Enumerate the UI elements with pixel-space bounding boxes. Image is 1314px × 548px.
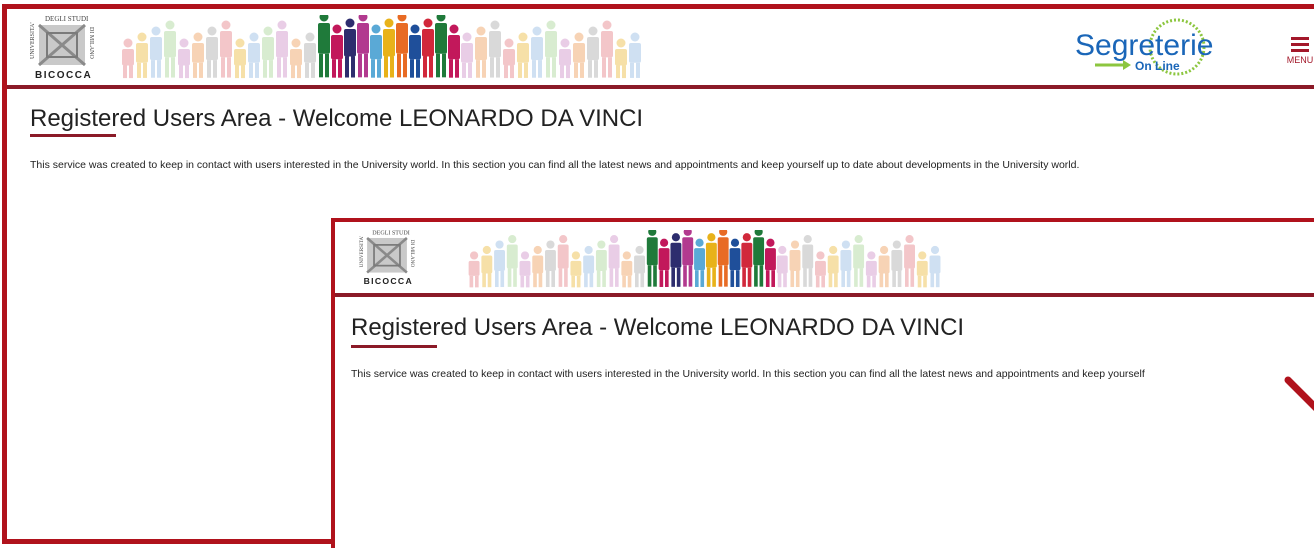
svg-text:DI MILANO: DI MILANO: [409, 240, 415, 268]
page-title: Registered Users Area - Welcome LEONARDO…: [30, 105, 644, 132]
annotation-arrow-icon: [1284, 376, 1314, 411]
hamburger-bar: [1291, 43, 1309, 46]
hamburger-menu-icon: [1291, 37, 1309, 40]
menu-button[interactable]: MENU: [1285, 37, 1314, 77]
zoom-inset-frame: DEGLI STUDI UNIVERSITA' DI MILANO BICOCC…: [331, 218, 1314, 548]
inset-header: DEGLI STUDI UNIVERSITA' DI MILANO BICOCC…: [335, 222, 1314, 297]
page-description: This service was created to keep in cont…: [30, 159, 1080, 171]
svg-text:DEGLI STUDI: DEGLI STUDI: [372, 231, 409, 237]
university-logo-icon: DEGLI STUDI UNIVERSITA' DI MILANO BICOCC…: [359, 231, 415, 286]
people-banner-icon: [122, 15, 641, 79]
inset-page-description: This service was created to keep in cont…: [351, 368, 1145, 380]
svg-text:UNIVERSITA': UNIVERSITA': [359, 236, 365, 268]
inset-title-underline: [351, 345, 437, 348]
site-header: DEGLI STUDI UNIVERSITA' DI MILANO BICOCC…: [7, 9, 1314, 89]
people-banner-icon: [468, 230, 941, 288]
title-underline: [30, 134, 116, 137]
svg-text:On Line: On Line: [1135, 59, 1180, 73]
svg-text:Segreterie: Segreterie: [1075, 29, 1213, 62]
university-logo-icon[interactable]: DEGLI STUDI UNIVERSITA' DI MILANO BICOCC…: [25, 13, 99, 81]
segreterie-online-logo-icon[interactable]: Segreterie On Line: [1065, 17, 1215, 79]
svg-text:BICOCCA: BICOCCA: [364, 276, 413, 286]
menu-label: MENU: [1286, 55, 1314, 65]
svg-text:BICOCCA: BICOCCA: [35, 70, 92, 81]
svg-text:DEGLI STUDI: DEGLI STUDI: [45, 15, 89, 23]
hamburger-bar: [1291, 49, 1309, 52]
svg-text:UNIVERSITA': UNIVERSITA': [30, 22, 36, 59]
svg-text:DI MILANO: DI MILANO: [88, 27, 94, 59]
inset-page-title: Registered Users Area - Welcome LEONARDO…: [351, 314, 965, 341]
